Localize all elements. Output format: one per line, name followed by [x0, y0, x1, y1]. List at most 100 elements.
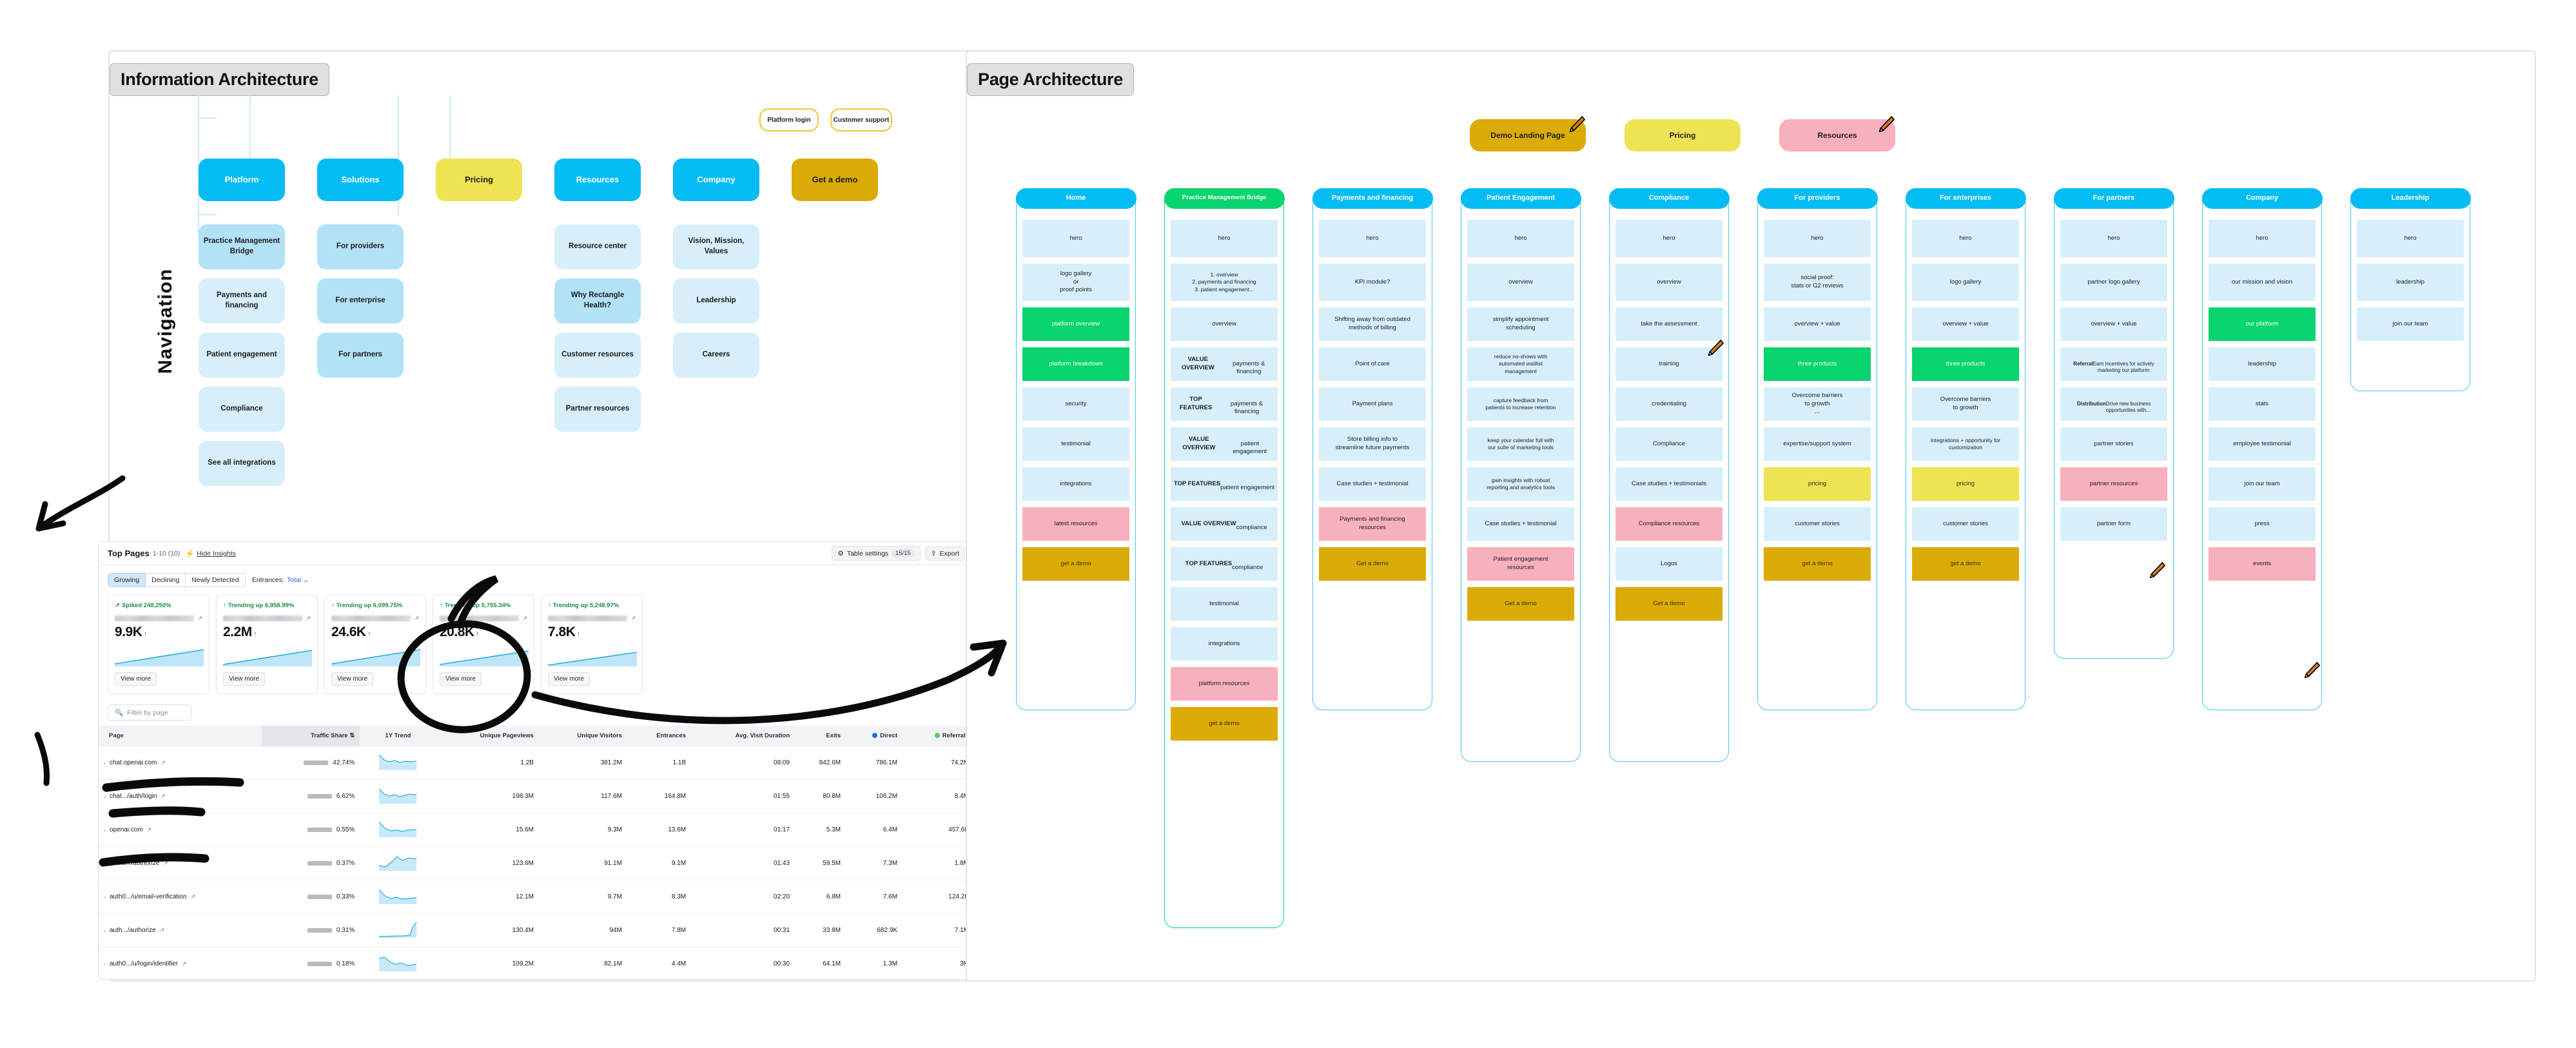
- ia-child-patient-engagement[interactable]: Patient engagement: [199, 333, 285, 378]
- pa-block-latest-resources[interactable]: latest resources: [1022, 507, 1129, 541]
- table-row[interactable]: › chat.openai.com ↗ 42.74% 1.2B 381.2M 1…: [99, 746, 974, 780]
- cell-page[interactable]: › auth0.../u/login/identifier ↗: [99, 947, 262, 979]
- pa-block-case-studies-testimonial[interactable]: Case studies + testimonial: [1319, 467, 1426, 501]
- pa-column-header[interactable]: For enterprises: [1905, 188, 2026, 209]
- pa-block-hero[interactable]: hero: [1319, 220, 1426, 257]
- pa-block-join-our-team[interactable]: join our team: [2357, 307, 2464, 341]
- cell-page[interactable]: › auth0.../u/email-verification ↗: [99, 880, 262, 914]
- pa-block-social-proof[interactable]: social proof: stats or G2 reviews: [1764, 264, 1871, 301]
- ia-child-payments-and-financing[interactable]: Payments and financing: [199, 278, 285, 324]
- pa-block-security[interactable]: security: [1022, 387, 1129, 421]
- pa-block-compliance-resources[interactable]: Compliance resources: [1615, 507, 1722, 541]
- pa-block-get-a-demo[interactable]: get a demo: [1171, 707, 1278, 741]
- external-link-icon[interactable]: ↗: [163, 860, 168, 867]
- col-avg-visit-duration[interactable]: Avg. Visit Duration: [691, 726, 795, 746]
- expand-chevron-icon[interactable]: ›: [104, 793, 106, 800]
- ia-top-pricing[interactable]: Pricing: [436, 159, 522, 201]
- pa-block-capture-feedback[interactable]: capture feedback from patients to increa…: [1467, 387, 1574, 421]
- pa-block-integrations-customization[interactable]: integrations + opportunity for customiza…: [1912, 427, 2019, 461]
- pa-block-overview[interactable]: overview: [1467, 264, 1574, 301]
- pa-block-gain-insights[interactable]: gain insights with robust reporting and …: [1467, 467, 1574, 501]
- pa-column-header[interactable]: Compliance: [1608, 188, 1730, 209]
- pa-block-logo-gallery[interactable]: logo gallery: [1912, 264, 2019, 301]
- pa-block-value-overview-patient[interactable]: VALUE OVERVIEW patient engagement: [1171, 427, 1278, 461]
- col-direct[interactable]: Direct: [846, 726, 903, 746]
- pa-block-customer-stories[interactable]: customer stories: [1764, 507, 1871, 541]
- pa-block-pricing[interactable]: pricing: [1912, 467, 2019, 501]
- col-1y-trend[interactable]: 1Y Trend: [360, 726, 436, 746]
- pa-block-leadership[interactable]: leadership: [2357, 264, 2464, 301]
- pa-block-stats[interactable]: stats: [2209, 387, 2316, 421]
- insight-card[interactable]: ↗ Spiked 248,250% ↗ 9.9K ↑ View more: [108, 595, 210, 694]
- pa-block-pricing[interactable]: pricing: [1764, 467, 1871, 501]
- pa-block-overview[interactable]: overview: [1171, 307, 1278, 341]
- pa-block-overview[interactable]: overview: [1615, 264, 1722, 301]
- ia-child-careers[interactable]: Careers: [673, 333, 759, 378]
- hide-insights-link[interactable]: Hide Insights: [197, 550, 236, 558]
- table-settings-button[interactable]: ⚙ Table settings 15/15: [832, 546, 921, 561]
- ia-child-see-all-integrations[interactable]: See all integrations: [199, 441, 285, 486]
- view-more-button[interactable]: View more: [331, 672, 374, 686]
- pa-block-top-features-patient[interactable]: TOP FEATURES patient engagement: [1171, 467, 1278, 501]
- pa-column-header[interactable]: For providers: [1757, 188, 1878, 209]
- table-row[interactable]: › auth0.../authorize ↗ 0.37% 123.6M 91.1…: [99, 846, 974, 880]
- col-traffic-share[interactable]: Traffic Share ⇅: [262, 726, 360, 746]
- insight-card[interactable]: ↑ Trending up 5,755.34% ↗ 20.8K ↑ View mo…: [433, 595, 534, 694]
- pa-block-distribution[interactable]: Distribution Drive new business opportun…: [2060, 387, 2167, 421]
- pa-block-testimonial[interactable]: testimonial: [1022, 427, 1129, 461]
- ia-child-customer-resources[interactable]: Customer resources: [554, 333, 641, 378]
- external-link-icon[interactable]: ↗: [414, 615, 419, 622]
- pa-block-overcome-barriers[interactable]: Overcome barriers to growth: [1912, 387, 2019, 421]
- ia-child-leadership[interactable]: Leadership: [673, 278, 759, 324]
- pa-block-logo-gallery[interactable]: logo gallery or proof points: [1022, 264, 1129, 301]
- col-entrances[interactable]: Entrances: [627, 726, 692, 746]
- ia-child-resource-center[interactable]: Resource center: [554, 224, 641, 269]
- expand-chevron-icon[interactable]: ›: [104, 961, 106, 967]
- pa-block-press[interactable]: press: [2209, 507, 2316, 541]
- ia-top-solutions[interactable]: Solutions: [317, 159, 404, 201]
- col-unique-pageviews[interactable]: Unique Pageviews: [436, 726, 539, 746]
- cell-page[interactable]: › auth.../authorize ↗: [99, 913, 262, 947]
- expand-chevron-icon[interactable]: ›: [104, 894, 106, 900]
- pa-block-our-mission-vision[interactable]: our mission and vision: [2209, 264, 2316, 301]
- external-link-icon[interactable]: ↗: [197, 615, 202, 622]
- pa-block-hero[interactable]: hero: [2357, 220, 2464, 257]
- col-referrals[interactable]: Referrals: [903, 726, 974, 746]
- pa-block-employee-testimonial[interactable]: employee testimonial: [2209, 427, 2316, 461]
- pa-block-hero[interactable]: hero: [1467, 220, 1574, 257]
- external-link-icon[interactable]: ↗: [522, 615, 527, 622]
- pa-block-nav-list[interactable]: 1. overview 2. payments and financing 3.…: [1171, 264, 1278, 301]
- ia-child-compliance[interactable]: Compliance: [199, 387, 285, 432]
- segment-declining[interactable]: Declining: [146, 573, 186, 587]
- pa-block-value-overview-payments[interactable]: VALUE OVERVIEW payments & financing: [1171, 347, 1278, 381]
- pa-column-header[interactable]: Payments and financing: [1312, 188, 1433, 209]
- pa-block-patient-engagement-resources[interactable]: Patient engagement resources: [1467, 547, 1574, 581]
- ia-child-vision-mission-values[interactable]: Vision, Mission, Values: [673, 224, 759, 269]
- cell-page[interactable]: › auth0.../authorize ↗: [99, 846, 262, 880]
- cell-page[interactable]: › chat.openai.com ↗: [99, 746, 262, 780]
- pa-block-platform-breakdown[interactable]: platform breakdown: [1022, 347, 1129, 381]
- insight-card[interactable]: ↑ Trending up 6,099.75% ↗ 24.6K ↑ View mo…: [324, 595, 426, 694]
- entrances-select[interactable]: Total ⌄: [287, 576, 309, 584]
- pa-block-logos[interactable]: Logos: [1615, 547, 1722, 581]
- cell-page[interactable]: › openai.com ↗: [99, 813, 262, 847]
- ia-child-for-enterprise[interactable]: For enterprise: [317, 278, 404, 324]
- pa-block-three-products[interactable]: three products: [1764, 347, 1871, 381]
- pa-block-case-studies-testimonial[interactable]: Case studies + testimonial: [1467, 507, 1574, 541]
- pa-block-customer-stories[interactable]: customer stories: [1912, 507, 2019, 541]
- pa-block-overview-value[interactable]: overview + value: [1764, 307, 1871, 341]
- external-link-icon[interactable]: ↗: [147, 826, 152, 833]
- export-button[interactable]: ⇪ Export: [924, 546, 965, 561]
- pa-block-platform-overview[interactable]: platform overview: [1022, 307, 1129, 341]
- col-exits[interactable]: Exits: [795, 726, 846, 746]
- pa-block-reduce-no-shows[interactable]: reduce no-shows with automated waitlist …: [1467, 347, 1574, 381]
- pa-block-integrations[interactable]: integrations: [1022, 467, 1129, 501]
- external-link-icon[interactable]: ↗: [191, 893, 196, 900]
- pa-column-header[interactable]: Home: [1015, 188, 1137, 209]
- pa-block-our-platform[interactable]: our platform: [2209, 307, 2316, 341]
- pa-block-credentialing[interactable]: credentialing: [1615, 387, 1722, 421]
- expand-chevron-icon[interactable]: ›: [104, 860, 106, 867]
- pa-block-platform-resources[interactable]: platform resources: [1171, 667, 1278, 701]
- pa-block-overview-value[interactable]: overview + value: [1912, 307, 2019, 341]
- pa-block-partner-resources[interactable]: partner resources: [2060, 467, 2167, 501]
